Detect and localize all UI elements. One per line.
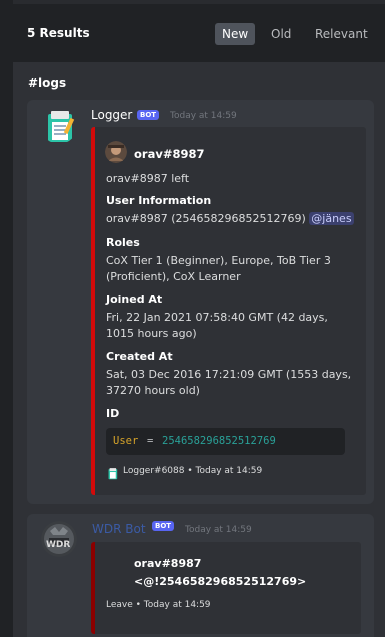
- code-value: 254658296852512769: [162, 435, 276, 447]
- user-id-text: orav#8987 (254658296852512769): [106, 212, 306, 225]
- search-result-card[interactable]: WDR WDR Bot BOT Today at 14:59 orav#8987…: [27, 514, 374, 637]
- search-result-card[interactable]: Logger BOT Today at 14:59 orav#8987 orav…: [27, 100, 374, 504]
- embed-description: orav#8987 left: [106, 172, 190, 185]
- tab-relevant[interactable]: Relevant: [308, 23, 375, 45]
- tab-old[interactable]: Old: [264, 23, 298, 45]
- code-operator: =: [147, 435, 154, 447]
- user-avatar[interactable]: [105, 141, 127, 163]
- field-value-roles-line: (Proficient), CoX Learner: [106, 270, 241, 283]
- wdr-logo-text: WDR: [46, 540, 71, 550]
- bot-tag: BOT: [137, 110, 160, 120]
- field-value-joined-line: 1015 hours ago): [106, 327, 197, 340]
- author-name[interactable]: Logger: [91, 108, 132, 122]
- user-left-embed: orav#8987 orav#8987 left User Informatio…: [91, 127, 366, 495]
- field-value-user-information: orav#8987 (254658296852512769) @jänes: [106, 212, 354, 225]
- field-name-user-information: User Information: [106, 194, 212, 207]
- leave-embed: orav#8987 <@!254658296852512769> Leave •…: [91, 542, 361, 634]
- search-results-panel: 5 Results New Old Relevant #logs Logger …: [0, 0, 385, 637]
- field-value-created-line: Sat, 03 Dec 2016 17:21:09 GMT (1553 days…: [106, 368, 352, 381]
- field-name-created-at: Created At: [106, 350, 173, 363]
- field-value-created-line: 37270 hours old): [106, 384, 200, 397]
- embed-footer: Leave • Today at 14:59: [106, 600, 211, 610]
- code-block: User = 254658296852512769: [106, 428, 345, 455]
- bot-tag: BOT: [152, 521, 175, 531]
- field-name-joined-at: Joined At: [106, 293, 163, 306]
- embed-footer: Logger#6088 • Today at 14:59: [123, 466, 263, 476]
- embed-line: <@!254658296852512769>: [134, 575, 307, 588]
- channel-name[interactable]: #logs: [28, 76, 66, 90]
- results-header: 5 Results New Old Relevant: [13, 4, 385, 62]
- field-value-roles-line: CoX Tier 1 (Beginner), Europe, ToB Tier …: [106, 254, 331, 267]
- wdr-logo-icon[interactable]: WDR: [41, 521, 77, 557]
- notepad-icon[interactable]: [41, 108, 77, 144]
- user-mention[interactable]: @jänes: [309, 212, 354, 225]
- notepad-icon: [106, 465, 119, 480]
- tab-new[interactable]: New: [215, 23, 256, 45]
- results-count: 5 Results: [27, 26, 90, 40]
- field-name-id: ID: [106, 407, 120, 420]
- code-key: User: [113, 435, 139, 447]
- left-edge: [0, 0, 13, 637]
- embed-author-name[interactable]: orav#8987: [134, 147, 204, 161]
- field-name-roles: Roles: [106, 236, 140, 249]
- author-name[interactable]: WDR Bot: [92, 522, 146, 536]
- message-timestamp[interactable]: Today at 14:59: [170, 111, 237, 121]
- embed-line: orav#8987: [134, 557, 202, 570]
- field-value-joined-line: Fri, 22 Jan 2021 07:58:40 GMT (42 days,: [106, 311, 328, 324]
- message-timestamp[interactable]: Today at 14:59: [185, 525, 252, 535]
